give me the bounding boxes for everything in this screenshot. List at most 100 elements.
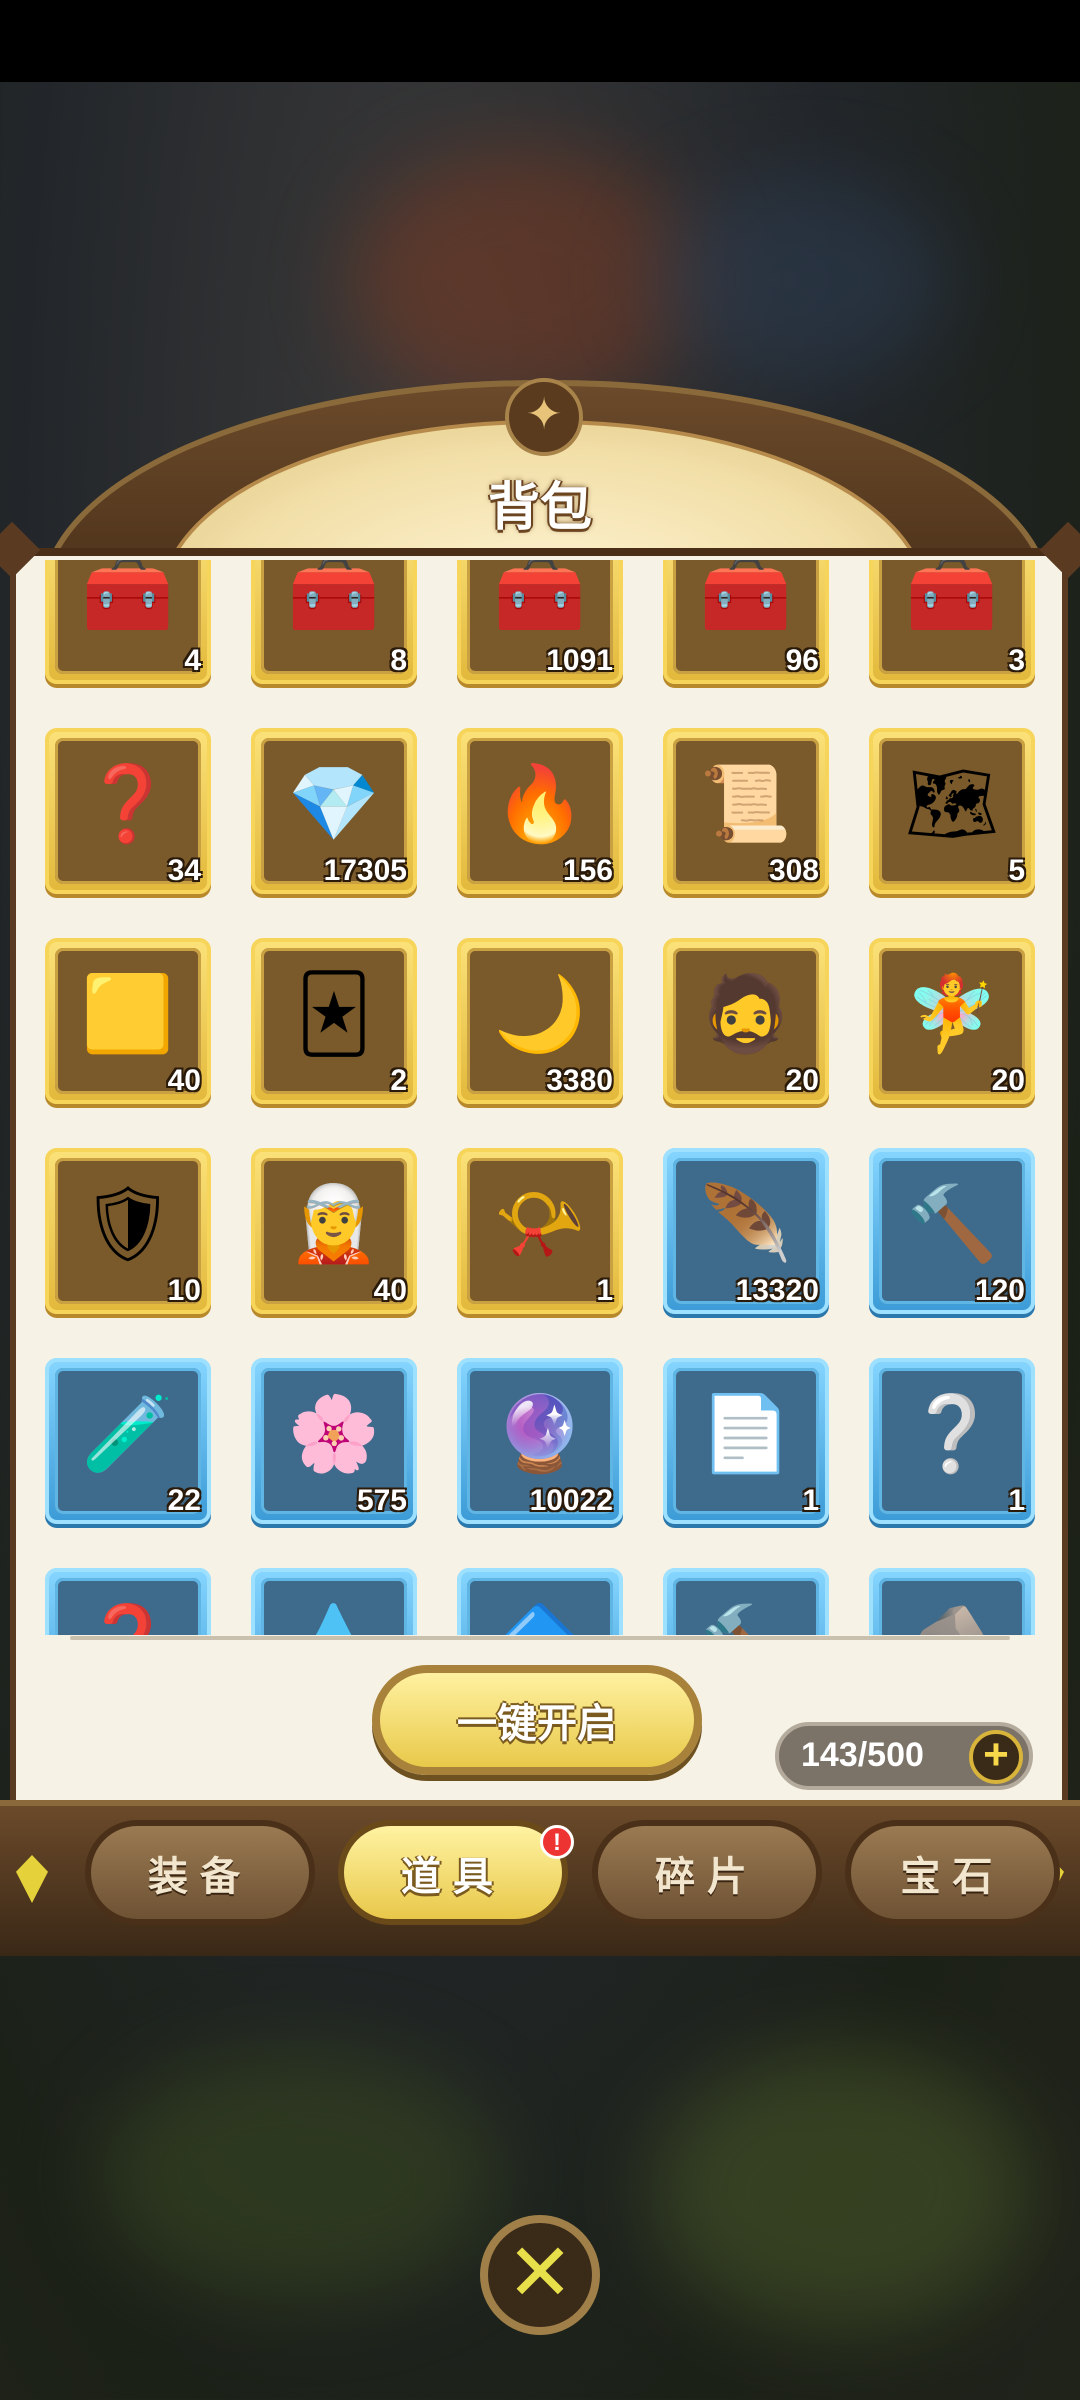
tab-equipment[interactable]: 装备 (85, 1820, 315, 1925)
inventory-slot[interactable]: 🛡 10 (45, 1148, 211, 1314)
inventory-slot[interactable]: 🧰 96 (663, 560, 829, 684)
item-count: 3380 (546, 1064, 613, 1097)
inventory-slot[interactable]: ❔ 1 (869, 1358, 1035, 1524)
tab-label: 宝石 (900, 1854, 1005, 1899)
item-grid-viewport[interactable]: 🧰 4 🧰 8 🧰 1091 🧰 96 🧰 3 ❓ 34 💎 17305 🔥 156 📜 308 🗺 5 🟨 40 🃏 2 🌙 3… (30, 560, 1050, 1635)
capacity-text: 143/500 (801, 1736, 924, 1774)
item-count: 3 (1008, 644, 1025, 677)
notification-badge: ! (540, 1825, 574, 1859)
rune-crystal-icon: 🔷 (494, 1607, 586, 1635)
crescent-essence-icon: 🌙 (493, 972, 587, 1056)
inventory-slot[interactable]: 🧚 20 (869, 938, 1035, 1104)
tab-items[interactable]: 道具 (338, 1820, 568, 1925)
inventory-slot[interactable]: 🪨10 (869, 1568, 1035, 1635)
inventory-slot[interactable]: 🧪 22 (45, 1358, 211, 1524)
hero-portrait-fairy-icon: 🧚 (905, 972, 999, 1056)
inventory-slot[interactable]: 🔨 120 (869, 1148, 1035, 1314)
inventory-slot[interactable]: 🔮 10022 (457, 1358, 623, 1524)
tab-gems[interactable]: 宝石 (845, 1820, 1060, 1925)
bag-capacity: 143/500 + (775, 1722, 1033, 1790)
green-potion-icon: 🧪 (81, 1392, 175, 1476)
background-blur (650, 180, 950, 380)
stone-golem-icon: 🪨 (906, 1607, 998, 1635)
item-count: 1 (596, 1274, 613, 1307)
inventory-slot[interactable]: 📜 308 (663, 728, 829, 894)
panel-title: 背包 (487, 479, 592, 537)
item-count: 1091 (546, 644, 613, 677)
background-blur (100, 2050, 500, 2300)
inventory-slot[interactable]: 🧰 1091 (457, 560, 623, 684)
tab-fragments[interactable]: 碎片 (592, 1820, 822, 1925)
treasure-map-icon: 🗺 (905, 762, 999, 846)
inventory-slot[interactable]: 🟨 40 (45, 938, 211, 1104)
scroll-roll-icon: 📯 (493, 1182, 587, 1266)
item-count: 96 (785, 644, 819, 677)
inventory-slot[interactable]: 📄 1 (663, 1358, 829, 1524)
inventory-slot[interactable]: 🌙 3380 (457, 938, 623, 1104)
expand-capacity-button[interactable]: + (969, 1730, 1023, 1784)
item-count: 156 (562, 854, 613, 887)
silver-hammer-icon: 🔨 (700, 1607, 792, 1635)
blue-flame-icon: 💧 (288, 1607, 380, 1635)
item-count: 34 (167, 854, 201, 887)
item-count: 5 (1008, 854, 1025, 887)
inventory-slot[interactable]: 🔥 156 (457, 728, 623, 894)
inventory-slot[interactable]: 🃏 2 (251, 938, 417, 1104)
chest-icon: 🧰 (287, 560, 381, 636)
chest-icon: 🧰 (905, 560, 999, 636)
inventory-slot[interactable]: 🧰 4 (45, 560, 211, 684)
inventory-slot[interactable]: 🧝 40 (251, 1148, 417, 1314)
item-count: 13320 (735, 1274, 819, 1307)
tab-label: 装备 (148, 1854, 252, 1899)
open-all-button[interactable]: 一键开启 (372, 1665, 702, 1775)
recipe-scroll-icon: 📜 (699, 762, 793, 846)
inventory-slot[interactable]: 🔷93 (457, 1568, 623, 1635)
inventory-slot[interactable]: 💎 17305 (251, 728, 417, 894)
hero-portrait-knight-icon: 🛡 (81, 1182, 175, 1266)
item-count: 308 (768, 854, 819, 887)
mystery-card-icon: ❔ (905, 1392, 999, 1476)
item-count: 4 (184, 644, 201, 677)
item-count: 40 (167, 1064, 201, 1097)
inventory-slot[interactable]: 🔨9 (663, 1568, 829, 1635)
inventory-slot[interactable]: 🪶 13320 (663, 1148, 829, 1314)
compass-star-icon: ✦ (505, 378, 583, 456)
golden-flame-icon: 🔥 (493, 762, 587, 846)
chest-icon: 🧰 (493, 560, 587, 636)
tab-label: 道具 (401, 1854, 505, 1899)
inventory-slot[interactable]: ❓41 (45, 1568, 211, 1635)
item-count: 1 (1008, 1484, 1025, 1517)
hero-portrait-mage-icon: 🧝 (287, 1182, 381, 1266)
inventory-slot[interactable]: 🧰 8 (251, 560, 417, 684)
quill-feather-icon: 🪶 (699, 1182, 793, 1266)
item-count: 8 (390, 644, 407, 677)
inventory-slot[interactable]: ❓ 34 (45, 728, 211, 894)
item-count: 20 (785, 1064, 819, 1097)
background-blur (350, 150, 700, 410)
item-grid: 🧰 4 🧰 8 🧰 1091 🧰 96 🧰 3 ❓ 34 💎 17305 🔥 156 📜 308 🗺 5 🟨 40 🃏 2 🌙 3… (45, 560, 1035, 1635)
inventory-slot[interactable]: 🌸 575 (251, 1358, 417, 1524)
gold-ore-icon: 🟨 (81, 972, 175, 1056)
item-count: 575 (356, 1484, 407, 1517)
close-button[interactable]: ✕ (480, 2215, 600, 2335)
forge-hammer-icon: 🔨 (905, 1182, 999, 1266)
item-count: 22 (167, 1484, 201, 1517)
chest-icon: 🧰 (699, 560, 793, 636)
blue-flower-icon: 🌸 (287, 1392, 381, 1476)
inventory-slot[interactable]: 🗺 5 (869, 728, 1035, 894)
background-blur (650, 2050, 1030, 2330)
mystery-puzzle-blue-icon: ❓ (82, 1607, 174, 1635)
tab-label: 碎片 (655, 1854, 759, 1899)
item-count: 120 (974, 1274, 1025, 1307)
parchment-icon: 📄 (699, 1392, 793, 1476)
item-count: 2 (390, 1064, 407, 1097)
fire-orb-icon: 🔮 (493, 1392, 587, 1476)
inventory-slot[interactable]: 💧2615 (251, 1568, 417, 1635)
inventory-slot[interactable]: 📯 1 (457, 1148, 623, 1314)
inventory-slot[interactable]: 🧔 20 (663, 938, 829, 1104)
inventory-slot[interactable]: 🧰 3 (869, 560, 1035, 684)
rainbow-diamond-icon: 💎 (287, 762, 381, 846)
rainbow-cards-icon: 🃏 (296, 972, 372, 1056)
item-count: 1 (802, 1484, 819, 1517)
scroll-divider (70, 1636, 1010, 1640)
